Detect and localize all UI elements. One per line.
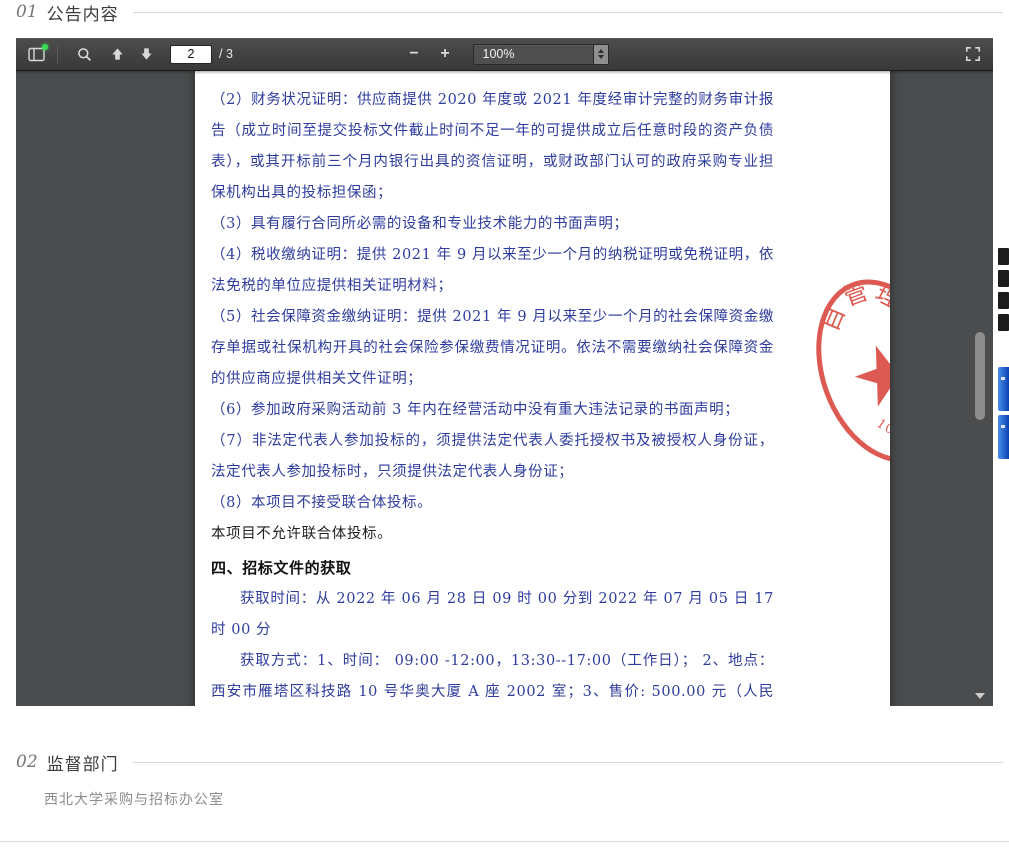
clipped-blue-button[interactable]	[998, 367, 1009, 411]
supervision-department-text: 西北大学采购与招标办公室	[0, 789, 1009, 809]
arrow-down-icon	[139, 47, 154, 61]
spinner-up-icon	[598, 49, 604, 53]
arrow-up-icon	[110, 47, 125, 61]
spinner-down-icon	[598, 55, 604, 59]
svg-text:1010904: 1010904	[871, 399, 890, 447]
clipped-glyph	[998, 292, 1009, 309]
scrollbar-thumb[interactable]	[975, 332, 985, 420]
seal-arc-text: 目管理	[806, 264, 890, 342]
zoom-select[interactable]: 100%	[473, 44, 609, 65]
page-count-label: / 3	[219, 47, 233, 61]
doc-paragraph: 获取时间：从 2022 年 06 月 28 日 09 时 00 分到 2022 …	[211, 584, 774, 646]
page-root: 01 公告内容	[0, 0, 1009, 842]
next-page-button[interactable]	[133, 42, 160, 67]
doc-paragraph: （4）税收缴纳证明：提供 2021 年 9 月以来至少一个月的纳税证明或免税证明…	[211, 240, 774, 302]
page-number-input[interactable]	[170, 45, 212, 64]
doc-paragraph: （7）非法定代表人参加投标的，须提供法定代表人委托授权书及被授权人身份证，法定代…	[211, 426, 774, 488]
bottom-divider	[0, 841, 1009, 842]
zoom-spinner	[593, 45, 608, 64]
pdf-viewer: / 3 − + 100%	[16, 38, 993, 706]
seal-serial-text: 1010904	[871, 399, 890, 447]
section-divider-line	[133, 762, 1003, 763]
zoom-out-button[interactable]: −	[401, 42, 428, 67]
fullscreen-icon	[965, 46, 981, 62]
toolbar-right-group	[959, 42, 986, 67]
clipped-glyph	[998, 314, 1009, 331]
section-title: 监督部门	[47, 750, 119, 775]
scrollbar-down-arrow-icon[interactable]	[975, 693, 985, 699]
zoom-in-button[interactable]: +	[432, 42, 459, 67]
pdf-viewport[interactable]: （2）财务状况证明：供应商提供 2020 年度或 2021 年度经审计完整的财务…	[16, 71, 993, 706]
previous-page-button[interactable]	[104, 42, 131, 67]
doc-paragraph: （2）财务状况证明：供应商提供 2020 年度或 2021 年度经审计完整的财务…	[211, 85, 774, 209]
zoom-controls: − + 100%	[401, 42, 609, 67]
side-widget-text-clipped[interactable]	[998, 248, 1009, 344]
svg-text:目管理: 目管理	[806, 264, 890, 342]
doc-paragraph: （6）参加政府采购活动前 3 年内在经营活动中没有重大违法记录的书面声明；	[211, 395, 774, 426]
pdf-toolbar: / 3 − + 100%	[16, 38, 993, 71]
scrollbar[interactable]	[975, 104, 985, 706]
doc-paragraph: （5）社会保障资金缴纳证明：提供 2021 年 9 月以来至少一个月的社会保障资…	[211, 302, 774, 395]
seal-star-icon	[847, 335, 890, 410]
doc-paragraph: （8）本项目不接受联合体投标。	[211, 488, 774, 519]
section-divider-line	[133, 12, 1003, 13]
pdf-page: （2）财务状况证明：供应商提供 2020 年度或 2021 年度经审计完整的财务…	[195, 71, 890, 706]
sidebar-toggle-button[interactable]	[23, 42, 50, 67]
notification-dot-icon	[42, 44, 48, 50]
section-title: 公告内容	[47, 0, 119, 25]
section-number: 01	[16, 2, 38, 22]
search-icon	[77, 47, 92, 62]
doc-paragraph: 本项目不允许联合体投标。	[211, 519, 774, 550]
clipped-glyph	[998, 270, 1009, 287]
toolbar-separator	[57, 45, 58, 63]
doc-section-heading: 四、招标文件的获取	[211, 553, 774, 584]
doc-paragraph: 获取方式：1、时间： 09:00 -12:00，13:30--17:00（工作日…	[211, 646, 774, 706]
section-number: 02	[16, 752, 38, 772]
zoom-level-value: 100%	[474, 47, 593, 61]
section-heading-supervision: 02 监督部门	[0, 750, 1009, 772]
side-widget-buttons-clipped[interactable]	[998, 367, 1009, 459]
section-heading-announcement: 01 公告内容	[0, 0, 1009, 22]
clipped-blue-button[interactable]	[998, 415, 1009, 459]
official-seal: 目管理 1010904	[780, 251, 890, 490]
fullscreen-button[interactable]	[959, 42, 986, 67]
doc-paragraph: （3）具有履行合同所必需的设备和专业技术能力的书面声明；	[211, 209, 774, 240]
search-button[interactable]	[71, 42, 98, 67]
clipped-glyph	[998, 248, 1009, 265]
